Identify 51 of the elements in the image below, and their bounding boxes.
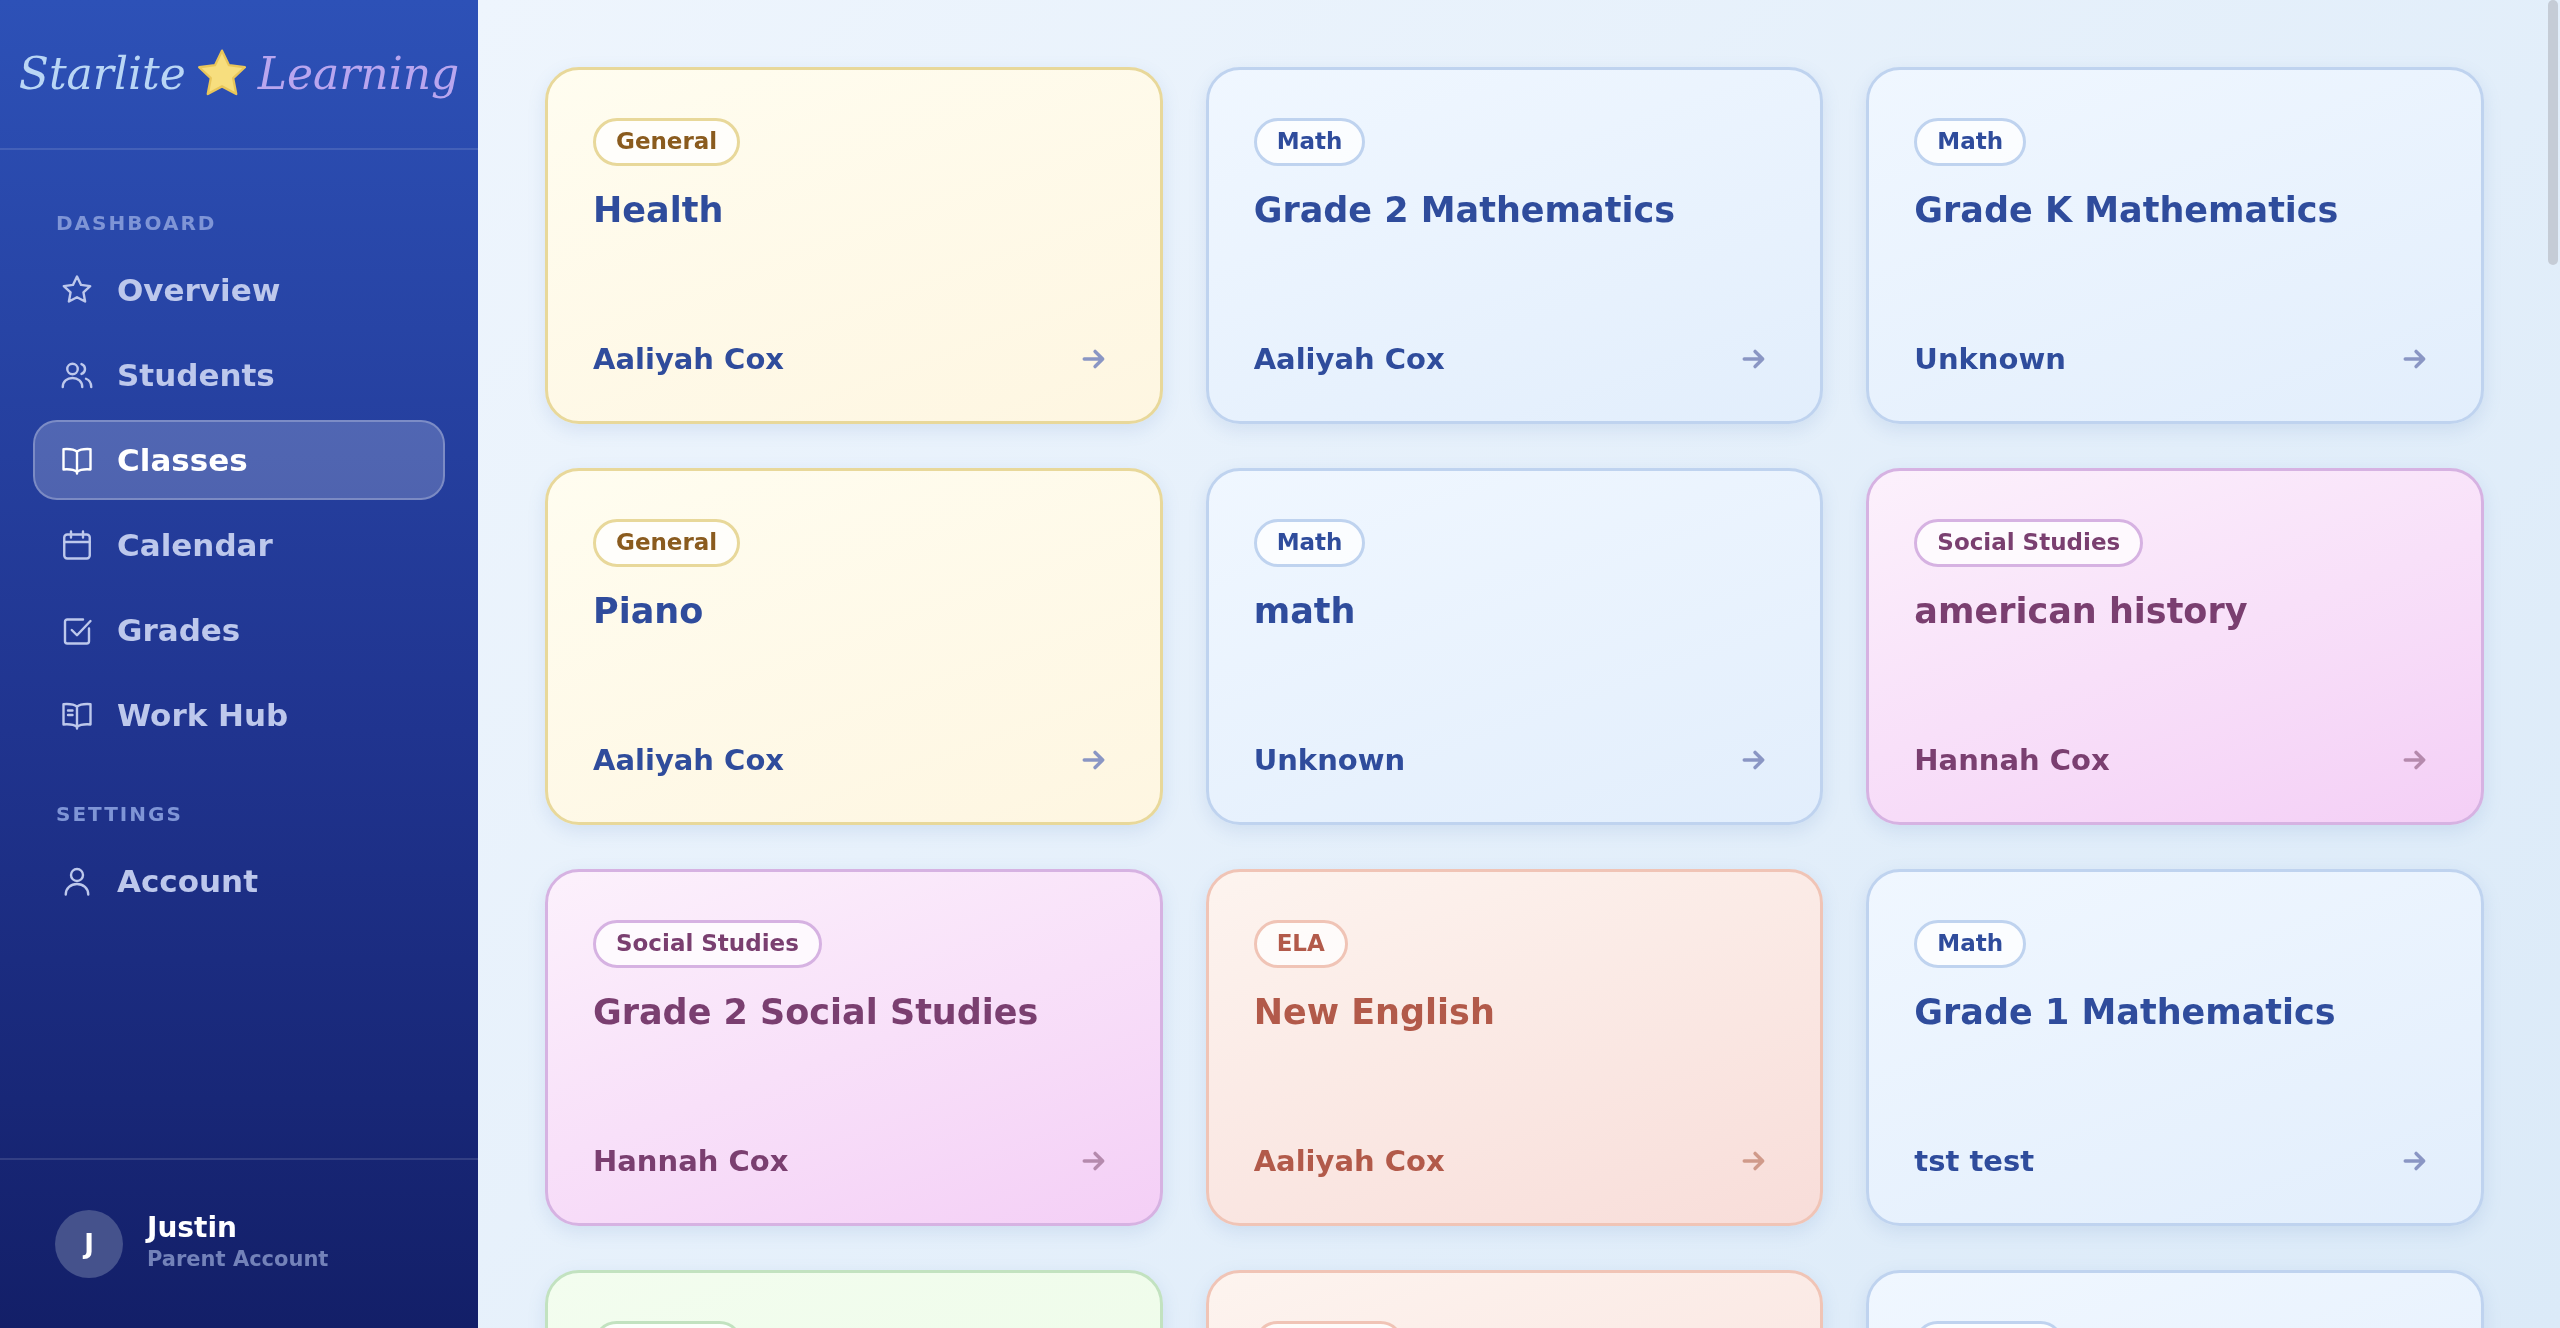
class-title: Health [593,188,725,232]
teacher-name: Aaliyah Cox [1253,1142,1445,1180]
section-heading: DASHBOARD [55,210,218,237]
class-card[interactable]: General Piano Aaliyah Cox [545,468,1163,825]
class-title: New English [1253,990,1496,1034]
class-card[interactable]: Math Grade 2 Mathematics Aaliyah Cox [1205,67,1824,424]
class-title: Grade 2 Social Studies [593,990,1040,1034]
teacher-name: Aaliyah Cox [593,741,785,779]
subject-tag: Math [1253,519,1366,567]
class-card[interactable]: Social Studies american history Hannah Cox [1866,468,2484,825]
user-name: Justin [147,1212,238,1244]
logo-text: Learning [257,47,460,101]
class-title: Grade 2 Mathematics [1253,188,1676,232]
subject-tag: Math [1914,920,2027,968]
class-title: math [1253,589,1357,633]
nav-item[interactable]: Classes [33,420,445,500]
subject-tag: Social Studies [593,920,822,968]
class-card[interactable]: ELA New English Aaliyah Cox [1205,869,1824,1226]
teacher-name: Aaliyah Cox [593,340,785,378]
subject-tag: Social Studies [1914,519,2144,567]
subject-tag: General [593,519,741,567]
teacher-name: Hannah Cox [593,1142,789,1180]
scrollbar-thumb[interactable] [2548,0,2558,265]
subject-tag: General [593,118,741,166]
class-card[interactable]: Math Grade 1 Mathematics tst test [1866,869,2484,1226]
class-card[interactable]: Math math Unknown [1205,468,1824,825]
subject-tag: Math [1914,118,2027,166]
class-card[interactable]: Math Grade K Mathematics Unknown [1866,67,2484,424]
avatar: J [55,1210,123,1278]
class-card[interactable]: General Health Aaliyah Cox [545,67,1163,424]
section-heading: SETTINGS [55,801,184,828]
nav-item[interactable]: Students [33,335,445,415]
class-title: Grade 1 Mathematics [1914,990,2337,1034]
nav-item[interactable]: Account [33,841,445,921]
user-role: Parent Account [147,1245,329,1273]
subject-tag: Math [1253,118,1366,166]
nav-item[interactable]: Calendar [33,505,445,585]
class-card[interactable]: Social Studies Grade 2 Social Studies Hannah Cox [545,869,1163,1226]
class-title: Piano [593,589,705,633]
logo-text: Starlite [18,47,186,101]
subject-tag: ELA [1253,920,1348,968]
teacher-name: Aaliyah Cox [1253,340,1445,378]
class-title: Grade K Mathematics [1914,188,2340,232]
teacher-name: tst test [1914,1142,2035,1180]
teacher-name: Hannah Cox [1914,741,2110,779]
nav-item[interactable]: Work Hub [33,675,445,755]
nav-item[interactable]: Grades [33,590,445,670]
class-title: american history [1914,589,2249,633]
nav-item[interactable]: Overview [33,250,445,330]
teacher-name: Unknown [1253,741,1406,779]
teacher-name: Unknown [1914,340,2066,378]
